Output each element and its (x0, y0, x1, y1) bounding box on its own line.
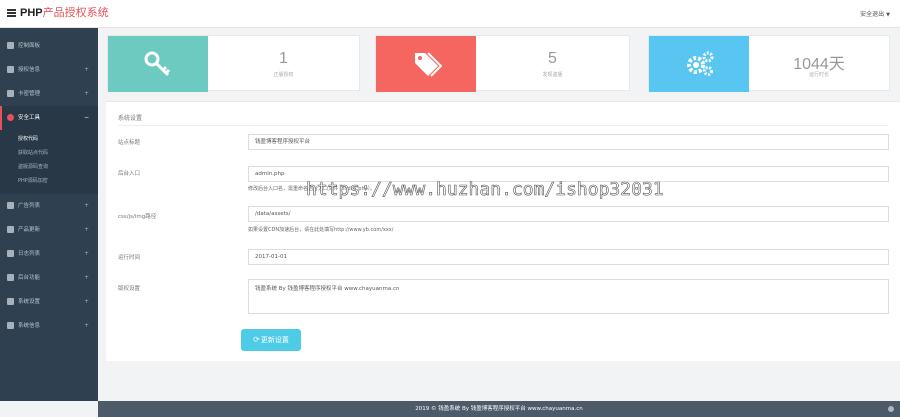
copyright-textarea[interactable]: 钱盈系统 By 钱盈博客程序授权平台 www.chayuanma.cn (248, 279, 889, 314)
brand-title: PHP产品授权系统 (20, 6, 109, 20)
stat-value: 5 (548, 50, 557, 67)
ads-icon (7, 202, 14, 209)
sidebar-item-backend[interactable]: 后台功能 + (0, 266, 98, 290)
logout-label: 安全退出 (860, 11, 885, 18)
chevron-down-icon: ▼ (886, 12, 890, 18)
update-settings-label: 更新设置 (260, 336, 289, 344)
sidebar-item-ads[interactable]: 广告列表 + (0, 194, 98, 218)
submenu-item[interactable]: 授权代码 (0, 132, 98, 146)
stat-card-uptime: 1044天 运行时长 (648, 35, 890, 92)
top-header: PHP产品授权系统 安全退出 ▼ (0, 0, 900, 28)
tags-icon (415, 52, 442, 77)
site-title-input[interactable]: 钱盈博客程序授权平台 (248, 134, 889, 150)
stat-label: 运行时长 (808, 72, 829, 78)
refresh-icon: ⟳ (253, 335, 260, 344)
sidebar-item-dashboard[interactable]: 控制面板 (0, 34, 98, 58)
update-settings-button[interactable]: ⟳更新设置 (241, 329, 301, 351)
sidebar-item-label: 安全工具 (18, 115, 41, 121)
submenu-item[interactable]: 盗版源码查询 (0, 160, 98, 174)
sidebar-item-label: 卡密管理 (18, 91, 41, 97)
sidebar-item-logs[interactable]: 日志列表 + (0, 242, 98, 266)
admin-entry-label: 后台入口 (118, 171, 141, 177)
expand-icon: + (83, 226, 89, 233)
settings-panel: 系统设置 站点标题 钱盈博客程序授权平台 后台入口 admin.php 修改后台… (106, 101, 900, 361)
sidebar-item-label: 控制面板 (18, 43, 41, 49)
sidebar-item-label: 系统设置 (18, 299, 41, 305)
stat-label: 发现盗版 (542, 72, 563, 78)
stat-icon-box (649, 36, 749, 92)
sidebar-item-label: 产品更新 (18, 227, 41, 233)
footer-text: 2019 © 钱盈系统 By 钱盈博客程序授权平台 www.chayuanma.… (415, 406, 583, 412)
expand-icon: + (83, 66, 89, 73)
watermark-text: https://www.huzhan.com/ishop32031 (306, 179, 664, 201)
start-date-label: 运行时间 (118, 255, 141, 261)
sidebar-item-label: 广告列表 (18, 203, 41, 209)
stat-value: 1 (279, 50, 288, 67)
stat-card-pirated: 5 发现盗版 (375, 35, 630, 92)
stat-label: 正版授权 (273, 72, 294, 78)
start-date-input[interactable]: 2017-01-01 (248, 249, 889, 265)
sidebar-item-system-info[interactable]: 系统信息 + (0, 314, 98, 338)
submenu-item[interactable]: 获取站点代码 (0, 146, 98, 160)
logout-menu[interactable]: 安全退出 ▼ (860, 9, 890, 18)
brand-prefix: PHP (20, 7, 43, 19)
footer: 2019 © 钱盈系统 By 钱盈博客程序授权平台 www.chayuanma.… (98, 401, 900, 417)
info-icon (7, 322, 14, 329)
sidebar-item-security-tools[interactable]: 安全工具 − (0, 106, 98, 130)
brand-suffix: 产品授权系统 (42, 7, 109, 19)
list-icon (7, 90, 14, 97)
sidebar-item-updates[interactable]: 产品更新 + (0, 218, 98, 242)
site-title-label: 站点标题 (118, 140, 141, 146)
gears-icon (687, 51, 714, 76)
scroll-top-icon[interactable] (888, 406, 894, 412)
key-icon (7, 66, 14, 73)
stat-card-licensed: 1 正版授权 (107, 35, 360, 92)
sidebar-item-label: 后台功能 (18, 275, 41, 281)
sidebar-submenu: 授权代码 获取站点代码 盗版源码查询 PHP源码加密 (0, 130, 98, 194)
divider (118, 125, 888, 126)
sidebar-item-label: 日志列表 (18, 251, 41, 257)
expand-icon: + (83, 90, 89, 97)
key-icon (144, 51, 171, 77)
expand-icon: + (83, 202, 89, 209)
shield-icon (7, 114, 14, 121)
copyright-label: 版权设置 (118, 286, 141, 292)
css-path-label: css/js/img路径 (118, 214, 157, 220)
globe-icon (7, 274, 14, 281)
expand-icon: + (83, 274, 89, 281)
css-path-input[interactable]: /data/assets/ (248, 206, 889, 222)
sidebar-item-card-management[interactable]: 卡密管理 + (0, 82, 98, 106)
panel-title: 系统设置 (118, 115, 143, 122)
stat-icon-box (108, 36, 208, 92)
sidebar-item-license-info[interactable]: 授权信息 + (0, 58, 98, 82)
expand-icon: + (83, 322, 89, 329)
sidebar-item-system-settings[interactable]: 系统设置 + (0, 290, 98, 314)
expand-icon: + (83, 250, 89, 257)
dashboard-icon (7, 42, 14, 49)
cloud-icon (7, 226, 14, 233)
sidebar: 控制面板 授权信息 + 卡密管理 + 安全工具 − 授权代码 获取站点代码 盗版源码查… (0, 28, 98, 401)
submenu-item[interactable]: PHP源码加密 (0, 174, 98, 188)
expand-icon: + (83, 298, 89, 305)
stat-icon-box (376, 36, 476, 92)
sidebar-item-label: 授权信息 (18, 67, 41, 73)
sidebar-item-label: 系统信息 (18, 323, 41, 329)
log-icon (7, 250, 14, 257)
menu-toggle-icon[interactable] (7, 9, 16, 17)
collapse-icon: − (83, 114, 89, 121)
css-path-help: 如果设置CDN加速后台，请在此处填写http://www.yb.com/xxx/ (248, 227, 394, 233)
gear-icon (7, 298, 14, 305)
